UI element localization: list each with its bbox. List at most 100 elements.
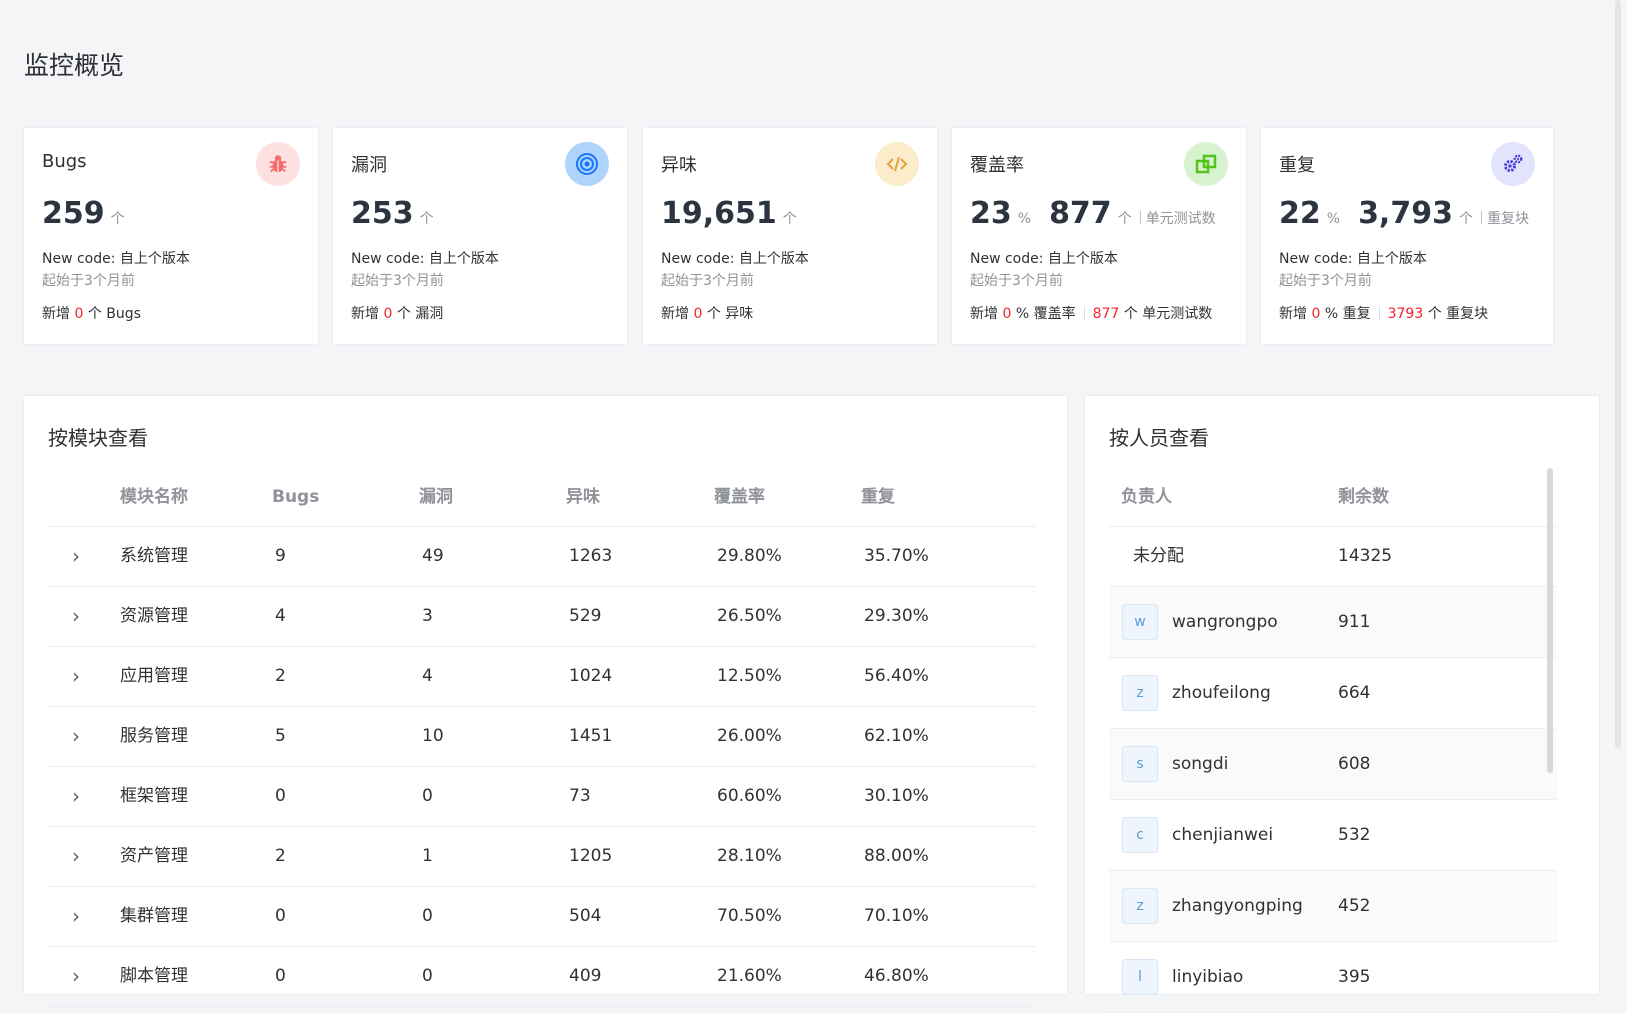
vulns-count: 10 <box>422 726 444 746</box>
header-module-name[interactable]: 模块名称 <box>120 468 188 526</box>
unit: 个 <box>110 211 125 227</box>
table-row[interactable]: › 资源管理 4 3 529 26.50% 29.30% <box>48 587 1036 647</box>
divider <box>1378 306 1380 319</box>
new-count: 新增 0 个 异味 <box>661 303 753 323</box>
unit: % <box>1326 211 1341 227</box>
table-row[interactable]: › 服务管理 5 10 1451 26.00% 62.10% <box>48 707 1036 767</box>
bugs-count: 9 <box>275 546 286 566</box>
new-code-label: New code: 自上个版本 <box>661 251 809 267</box>
header-smells[interactable]: 异味 <box>566 468 600 526</box>
new-count: 新增 0 个 漏洞 <box>351 303 443 323</box>
chevron-right-icon[interactable]: › <box>72 587 80 645</box>
chevron-right-icon[interactable]: › <box>72 527 80 585</box>
new-code-label: New code: 自上个版本 <box>1279 251 1427 267</box>
bugs-count: 5 <box>275 726 286 746</box>
chevron-right-icon[interactable]: › <box>72 767 80 825</box>
foot-suffix-2: 个 重复块 <box>1427 306 1489 322</box>
chevron-right-icon[interactable]: › <box>72 647 80 705</box>
chevron-right-icon[interactable]: › <box>72 947 80 1005</box>
page-scrollbar[interactable] <box>1615 0 1621 748</box>
sub-label: 重复块 <box>1486 211 1529 227</box>
table-row[interactable]: › 集群管理 0 0 504 70.50% 70.10% <box>48 887 1036 947</box>
unit: 个 <box>419 211 434 227</box>
owner-name: zhoufeilong <box>1172 683 1271 703</box>
foot-value-2: 3793 <box>1387 306 1424 322</box>
duplication-value: 46.80% <box>864 966 929 986</box>
table-row[interactable]: › 应用管理 2 4 1024 12.50% 56.40% <box>48 647 1036 707</box>
foot-value: 0 <box>1002 306 1012 322</box>
person-panel-title: 按人员查看 <box>1109 426 1209 450</box>
chevron-right-icon[interactable]: › <box>72 707 80 765</box>
person-row[interactable]: z zhoufeilong 664 <box>1109 658 1557 729</box>
unit: 个 <box>782 211 797 227</box>
bugs-count: 2 <box>275 846 286 866</box>
foot-suffix: 个 漏洞 <box>396 306 444 322</box>
person-row[interactable]: s songdi 608 <box>1109 729 1557 800</box>
coverage-icon <box>1184 142 1228 186</box>
table-row[interactable]: › 系统管理 9 49 1263 29.80% 35.70% <box>48 527 1036 587</box>
person-row[interactable]: w wangrongpo 911 <box>1109 587 1557 658</box>
header-owner: 负责人 <box>1121 487 1172 507</box>
person-row[interactable]: c chenjianwei 532 <box>1109 800 1557 871</box>
chevron-right-icon[interactable]: › <box>72 887 80 945</box>
owner-name: songdi <box>1172 754 1229 774</box>
card-title: 漏洞 <box>351 155 387 176</box>
since-label: 起始于3个月前 <box>661 273 754 289</box>
owner-name: zhangyongping <box>1172 896 1303 916</box>
sub-label: 单元测试数 <box>1145 211 1216 227</box>
table-row[interactable]: › 资产管理 2 1 1205 28.10% 88.00% <box>48 827 1036 887</box>
bugs-count: 0 <box>275 786 286 806</box>
owner-name: 未分配 <box>1133 546 1184 566</box>
table-header: 负责人 剩余数 <box>1109 468 1557 527</box>
unit: 个 <box>1458 211 1473 227</box>
duplication-value: 56.40% <box>864 666 929 686</box>
bugs-count: 4 <box>275 606 286 626</box>
person-row[interactable]: z zhangyongping 452 <box>1109 871 1557 942</box>
header-bugs[interactable]: Bugs <box>272 468 319 526</box>
chevron-right-icon[interactable]: › <box>72 827 80 885</box>
new-code-label: New code: 自上个版本 <box>42 251 190 267</box>
duplication-value: 88.00% <box>864 846 929 866</box>
duplication-value: 29.30% <box>864 606 929 626</box>
avatar: c <box>1122 817 1158 853</box>
foot-prefix: 新增 <box>1279 306 1307 322</box>
code-icon <box>875 142 919 186</box>
avatar: w <box>1122 604 1158 640</box>
header-duplication[interactable]: 重复 <box>861 468 895 526</box>
foot-suffix: % 重复 <box>1324 306 1371 322</box>
header-coverage[interactable]: 覆盖率 <box>714 468 765 526</box>
code-smells-card[interactable]: 异味 19,651 个 New code: 自上个版本 起始于3个月前 新增 0 … <box>642 127 938 345</box>
target-icon <box>565 142 609 186</box>
page-title: 监控概览 <box>24 51 125 80</box>
module-name: 资产管理 <box>120 846 188 866</box>
coverage-value: 60.60% <box>717 786 782 806</box>
bugs-card[interactable]: Bugs 259 个 New code: 自上个版本 起始于3个月前 新增 0 个… <box>23 127 319 345</box>
foot-value: 0 <box>383 306 393 322</box>
person-list-scrollbar[interactable] <box>1547 468 1553 773</box>
since-label: 起始于3个月前 <box>970 273 1063 289</box>
coverage-card[interactable]: 覆盖率 23% 877 个单元测试数 New code: 自上个版本 起始于3个月前… <box>951 127 1247 345</box>
remaining-count: 14325 <box>1338 546 1393 566</box>
foot-suffix: % 覆盖率 <box>1015 306 1076 322</box>
vulnerabilities-card[interactable]: 漏洞 253 个 New code: 自上个版本 起始于3个月前 新增 0 个 漏… <box>332 127 628 345</box>
person-row[interactable]: l linyibiao 395 <box>1109 942 1557 1013</box>
new-code-label: New code: 自上个版本 <box>970 251 1118 267</box>
duplication-value: 35.70% <box>864 546 929 566</box>
remaining-count: 608 <box>1338 754 1371 774</box>
new-code-label: New code: 自上个版本 <box>351 251 499 267</box>
table-row[interactable]: › 框架管理 0 0 73 60.60% 30.10% <box>48 767 1036 827</box>
owner-name: chenjianwei <box>1172 825 1274 845</box>
since-label: 起始于3个月前 <box>42 273 135 289</box>
foot-suffix: 个 Bugs <box>87 306 141 322</box>
table-row[interactable]: › 脚本管理 0 0 409 21.60% 46.80% <box>48 947 1036 1007</box>
coverage-value: 23 <box>970 196 1012 231</box>
foot-value: 0 <box>1311 306 1321 322</box>
unassigned-row[interactable]: 未分配 14325 <box>1109 527 1557 587</box>
avatar: s <box>1122 746 1158 782</box>
header-vulns[interactable]: 漏洞 <box>419 468 453 526</box>
vulns-count: 0 <box>422 786 433 806</box>
coverage-value: 70.50% <box>717 906 782 926</box>
foot-prefix: 新增 <box>970 306 998 322</box>
new-count: 新增 0 % 重复 3793 个 重复块 <box>1279 303 1488 323</box>
duplication-card[interactable]: 重复 22% 3,793 个重复块 New code: 自上个版本 起始于3个月前 … <box>1260 127 1554 345</box>
